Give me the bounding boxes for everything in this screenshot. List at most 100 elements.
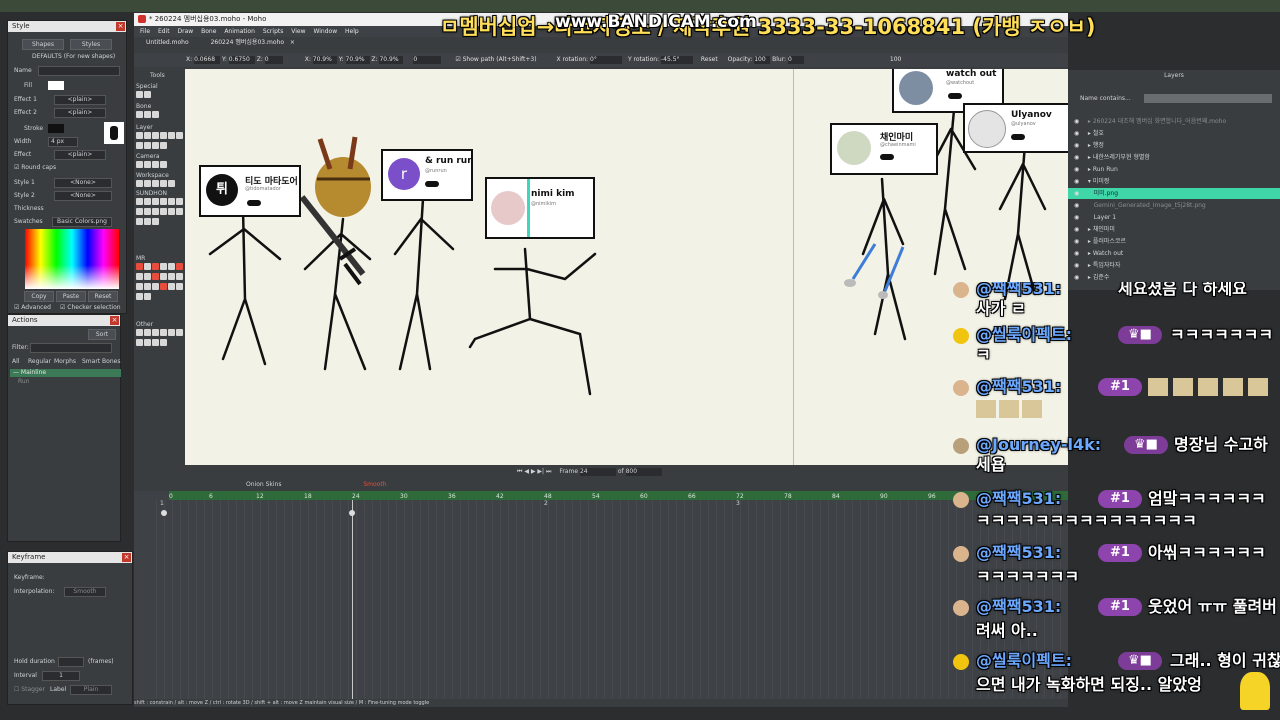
copy-button[interactable]: Copy bbox=[24, 291, 54, 302]
close-icon[interactable]: × bbox=[116, 22, 125, 31]
styles-tab[interactable]: Styles bbox=[70, 39, 112, 50]
width-input[interactable]: 4 px bbox=[48, 137, 78, 147]
tab-all[interactable]: All bbox=[12, 358, 19, 365]
close-icon[interactable]: × bbox=[122, 553, 131, 562]
tool-icon[interactable] bbox=[144, 273, 151, 280]
timeline-tracks[interactable]: 1 2 3 bbox=[156, 500, 1068, 702]
tool-icon[interactable] bbox=[144, 208, 151, 215]
tool-icon[interactable] bbox=[144, 263, 151, 270]
tool-icon[interactable] bbox=[136, 111, 143, 118]
tool-icon[interactable] bbox=[136, 283, 143, 290]
round-caps-checkbox[interactable]: ☑ Round caps bbox=[14, 164, 56, 171]
tool-icon[interactable] bbox=[168, 132, 175, 139]
tab-morphs[interactable]: Morphs bbox=[54, 358, 76, 365]
label-select[interactable]: Plain bbox=[70, 685, 112, 695]
interpolation-select[interactable]: Smooth bbox=[64, 587, 106, 597]
tool-icon[interactable] bbox=[152, 180, 159, 187]
scale-y-input[interactable]: 70.9% bbox=[345, 56, 370, 64]
end-icon[interactable]: ⏭ bbox=[546, 468, 551, 475]
tool-icon[interactable] bbox=[144, 293, 151, 300]
tool-icon[interactable] bbox=[144, 91, 151, 98]
tool-icon[interactable] bbox=[160, 263, 167, 270]
tool-icon[interactable] bbox=[144, 283, 151, 290]
eye-icon[interactable]: ◉ bbox=[1074, 248, 1086, 259]
interval-input[interactable]: 1 bbox=[42, 671, 80, 681]
style1-select[interactable]: <None> bbox=[54, 178, 112, 188]
sort-button[interactable]: Sort bbox=[88, 329, 116, 340]
rotation-input[interactable]: 0 bbox=[413, 56, 442, 64]
layer-row[interactable]: ◉ ▸ 플러마스코르 bbox=[1068, 236, 1280, 247]
tool-icon[interactable] bbox=[136, 263, 143, 270]
layer-row[interactable]: ◉ ▾ 미미짱 bbox=[1068, 176, 1280, 187]
tool-icon[interactable] bbox=[136, 329, 143, 336]
layer-row[interactable]: ◉ ▸ 철호 bbox=[1068, 128, 1280, 139]
tool-icon[interactable] bbox=[160, 283, 167, 290]
tool-icon[interactable] bbox=[136, 91, 143, 98]
layer-row[interactable]: ◉ ▸ 특임자타자 bbox=[1068, 260, 1280, 271]
layer-row[interactable]: ◉ ▸ Watch out bbox=[1068, 248, 1280, 259]
tool-icon[interactable] bbox=[144, 132, 151, 139]
menu-animation[interactable]: Animation bbox=[224, 28, 255, 35]
opacity-input[interactable]: 100 bbox=[754, 56, 771, 64]
tool-icon[interactable] bbox=[176, 283, 183, 290]
eye-icon[interactable]: ◉ bbox=[1074, 188, 1086, 199]
tool-icon[interactable] bbox=[152, 111, 159, 118]
play-icon[interactable]: ▶ bbox=[531, 468, 536, 475]
tool-icon[interactable] bbox=[176, 263, 183, 270]
show-path-checkbox[interactable]: ☑ Show path (Alt+Shift+3) bbox=[455, 56, 536, 63]
tool-icon[interactable] bbox=[152, 208, 159, 215]
z-input[interactable]: 0 bbox=[264, 56, 283, 64]
timeline-ruler[interactable]: 0 6 12 18 24 30 36 42 48 54 60 66 72 78 … bbox=[169, 491, 1068, 500]
x-input[interactable]: 0.0668 bbox=[194, 56, 221, 64]
tool-icon[interactable] bbox=[160, 180, 167, 187]
layer-row[interactable]: ◉ Layer 1 bbox=[1068, 212, 1280, 223]
eye-icon[interactable]: ◉ bbox=[1074, 116, 1086, 127]
tool-icon[interactable] bbox=[160, 132, 167, 139]
zoom-input[interactable]: 100 bbox=[890, 56, 901, 63]
tool-icon[interactable] bbox=[160, 273, 167, 280]
tool-icon[interactable] bbox=[168, 180, 175, 187]
action-item-mainline[interactable]: — Mainline bbox=[10, 369, 121, 377]
tool-icon[interactable] bbox=[144, 111, 151, 118]
blur-input[interactable]: 0 bbox=[788, 56, 804, 64]
tool-icon[interactable] bbox=[136, 161, 143, 168]
menu-help[interactable]: Help bbox=[345, 28, 359, 35]
tool-icon[interactable] bbox=[160, 198, 167, 205]
tool-icon[interactable] bbox=[136, 339, 143, 346]
tool-icon[interactable] bbox=[136, 180, 143, 187]
tool-icon[interactable] bbox=[160, 161, 167, 168]
tool-icon[interactable] bbox=[168, 273, 175, 280]
reset-button[interactable]: Reset bbox=[701, 56, 718, 63]
tool-icon[interactable] bbox=[152, 283, 159, 290]
shapes-tab[interactable]: Shapes bbox=[22, 39, 64, 50]
tool-icon[interactable] bbox=[144, 329, 151, 336]
tool-icon[interactable] bbox=[160, 208, 167, 215]
hold-duration-input[interactable] bbox=[58, 657, 84, 667]
tab-regular[interactable]: Regular bbox=[28, 358, 51, 365]
close-tab-icon[interactable]: × bbox=[290, 39, 295, 46]
tool-icon[interactable] bbox=[152, 218, 159, 225]
layer-row[interactable]: ◉ Gemini_Generated_Image_t5j28t.png bbox=[1068, 200, 1280, 211]
stagger-checkbox[interactable]: ☐ Stagger bbox=[14, 686, 45, 693]
tool-icon[interactable] bbox=[152, 198, 159, 205]
menu-view[interactable]: View bbox=[291, 28, 305, 35]
tab-current-doc[interactable]: 260224 멤버십용03.moho bbox=[211, 39, 284, 46]
y-rotation-input[interactable]: -45.5° bbox=[660, 56, 693, 64]
y-input[interactable]: 0.6750 bbox=[228, 56, 255, 64]
tool-icon[interactable] bbox=[160, 142, 167, 149]
selection-handle[interactable] bbox=[527, 179, 530, 237]
advanced-checkbox[interactable]: ☑ Advanced bbox=[14, 304, 51, 311]
tab-smart-bones[interactable]: Smart Bones bbox=[82, 358, 120, 365]
effect-select[interactable]: <plain> bbox=[54, 150, 106, 160]
x-rotation-input[interactable]: 0° bbox=[590, 56, 623, 64]
scale-z-input[interactable]: 70.9% bbox=[379, 56, 404, 64]
sign-card[interactable]: nimi kim @nimikim bbox=[485, 177, 595, 239]
menu-scripts[interactable]: Scripts bbox=[263, 28, 284, 35]
tool-icon[interactable] bbox=[176, 273, 183, 280]
tool-icon[interactable] bbox=[152, 339, 159, 346]
playhead[interactable] bbox=[352, 500, 353, 702]
menu-file[interactable]: File bbox=[140, 28, 150, 35]
tool-icon[interactable] bbox=[136, 142, 143, 149]
tool-icon[interactable] bbox=[136, 273, 143, 280]
menu-edit[interactable]: Edit bbox=[158, 28, 170, 35]
